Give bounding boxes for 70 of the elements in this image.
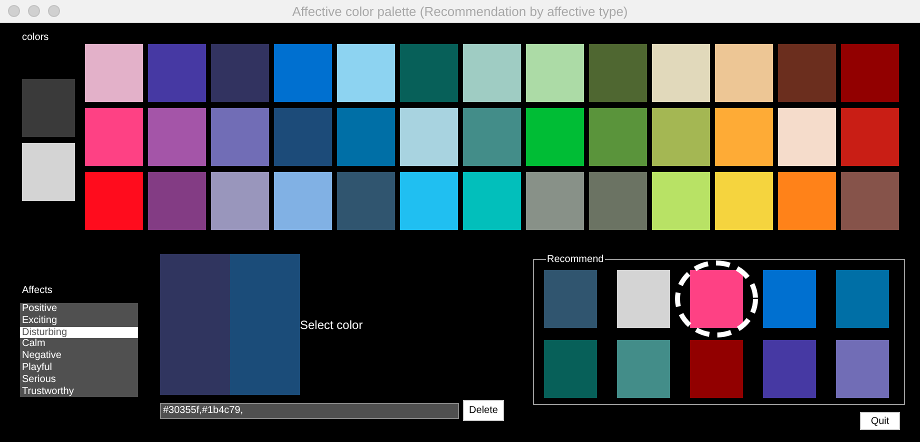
color-swatch[interactable] — [337, 44, 395, 102]
color-swatch[interactable] — [841, 108, 899, 166]
affect-item[interactable]: Exciting — [20, 314, 138, 327]
color-swatch[interactable] — [526, 172, 584, 230]
affect-item[interactable]: Serious — [20, 374, 138, 386]
color-swatch[interactable] — [337, 108, 395, 166]
color-swatch[interactable] — [778, 172, 836, 230]
recommend-title: Recommend — [546, 254, 605, 265]
color-swatch[interactable] — [148, 44, 206, 102]
delete-button[interactable]: Delete — [463, 400, 504, 421]
color-swatch[interactable] — [85, 108, 143, 166]
color-swatch[interactable] — [211, 108, 269, 166]
color-swatch[interactable] — [589, 172, 647, 230]
color-swatch[interactable] — [400, 108, 458, 166]
color-swatch[interactable] — [274, 108, 332, 166]
recommended-swatch[interactable] — [617, 340, 670, 398]
affect-item[interactable]: Calm — [20, 338, 138, 350]
color-swatch[interactable] — [715, 44, 773, 102]
affect-item[interactable]: Positive — [20, 303, 138, 315]
minimize-button[interactable] — [28, 5, 40, 17]
color-swatch[interactable] — [400, 44, 458, 102]
select-color-hint: Select color — [300, 318, 363, 332]
selection-field[interactable]: #30355f,#1b4c79, — [160, 402, 459, 418]
color-swatch[interactable] — [526, 44, 584, 102]
affects-label: Affects — [22, 285, 54, 297]
quit-button[interactable]: Quit — [860, 412, 900, 430]
color-swatch[interactable] — [337, 172, 395, 230]
color-swatch[interactable] — [589, 44, 647, 102]
color-swatch[interactable] — [22, 79, 75, 137]
color-swatch[interactable] — [715, 172, 773, 230]
color-swatch[interactable] — [274, 172, 332, 230]
close-button[interactable] — [8, 5, 20, 17]
colors-label: colors — [22, 32, 50, 44]
color-swatch[interactable] — [22, 143, 75, 201]
color-swatch[interactable] — [463, 108, 521, 166]
affect-item[interactable]: Negative — [20, 350, 138, 362]
color-swatch[interactable] — [211, 172, 269, 230]
color-swatch[interactable] — [652, 172, 710, 230]
recommended-swatch[interactable] — [690, 340, 743, 398]
color-swatch[interactable] — [715, 108, 773, 166]
recommended-swatch[interactable] — [836, 270, 889, 328]
color-swatch[interactable] — [778, 44, 836, 102]
color-swatch[interactable] — [85, 44, 143, 102]
recommended-swatch[interactable] — [763, 340, 816, 398]
recommended-swatch[interactable] — [544, 340, 597, 398]
recommended-swatch[interactable] — [836, 340, 889, 398]
color-swatch[interactable] — [274, 44, 332, 102]
color-swatch[interactable] — [211, 44, 269, 102]
recommended-swatch[interactable] — [763, 270, 816, 328]
affect-item[interactable]: Disturbing — [20, 326, 138, 338]
color-swatch[interactable] — [778, 108, 836, 166]
recommended-swatch[interactable] — [544, 270, 597, 328]
color-swatch[interactable] — [400, 172, 458, 230]
color-swatch[interactable] — [463, 172, 521, 230]
color-swatch[interactable] — [148, 108, 206, 166]
color-swatch[interactable] — [589, 108, 647, 166]
color-swatch[interactable] — [526, 108, 584, 166]
color-swatch[interactable] — [841, 44, 899, 102]
color-swatch[interactable] — [841, 172, 899, 230]
color-swatch[interactable] — [148, 172, 206, 230]
color-swatch[interactable] — [652, 44, 710, 102]
color-swatch[interactable] — [652, 108, 710, 166]
window-title: Affective color palette (Recommendation by affective type) — [292, 4, 628, 18]
color-swatch[interactable] — [463, 44, 521, 102]
recommended-swatch[interactable] — [690, 270, 743, 328]
color-swatch[interactable] — [85, 172, 143, 230]
affect-item[interactable]: Trustworthy — [20, 386, 138, 398]
recommended-swatch[interactable] — [617, 270, 670, 328]
zoom-button[interactable] — [48, 5, 60, 17]
affect-item[interactable]: Playful — [20, 362, 138, 374]
